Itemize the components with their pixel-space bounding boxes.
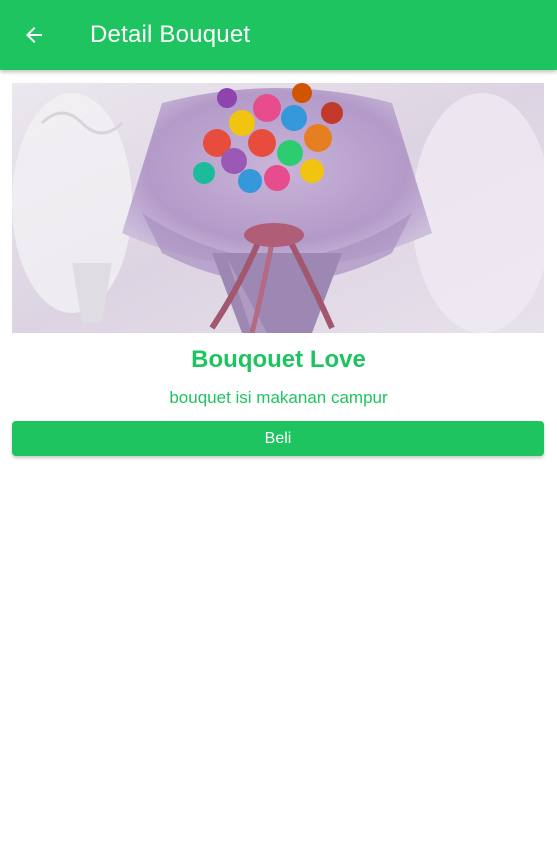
bouquet-name: Bouqouet Love — [191, 346, 366, 373]
bouquet-image — [12, 83, 544, 333]
page-title: Detail Bouquet — [90, 21, 251, 48]
arrow-back-icon — [26, 27, 42, 43]
back-button[interactable] — [14, 15, 54, 55]
bouquet-description: bouquet isi makanan campur — [169, 388, 388, 407]
bouquet-photo — [12, 83, 544, 333]
app-bar: Detail Bouquet — [0, 0, 557, 70]
buy-button[interactable]: Beli — [12, 421, 544, 456]
